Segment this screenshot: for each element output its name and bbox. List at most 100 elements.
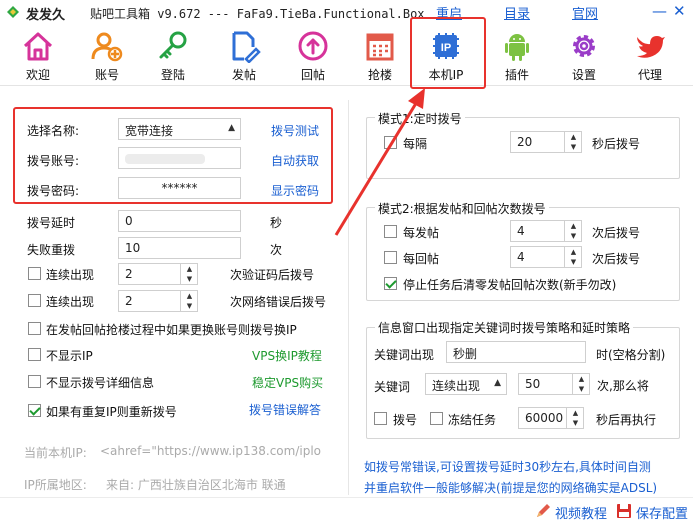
mode1-title: 模式1:定时拨号 <box>375 110 465 127</box>
dial-test-link[interactable]: 拨号测试 <box>271 122 319 139</box>
toolbar-button-post[interactable]: 发帖 <box>218 24 270 86</box>
keyword-label: 关键词 <box>374 380 411 394</box>
hide-info-checkbox[interactable] <box>28 375 41 388</box>
key-icon <box>159 31 187 59</box>
toolbar-button-proxy[interactable]: 代理 <box>624 24 676 86</box>
spin-up-icon[interactable]: ▲ <box>573 374 590 384</box>
spin-up-icon[interactable]: ▲ <box>181 264 198 274</box>
keyword-input[interactable]: 秒删 <box>446 341 586 363</box>
android-icon <box>505 34 529 61</box>
app-window: 发发久 贴吧工具箱 v9.672 --- FaFa9.TieBa.Functio… <box>0 0 693 525</box>
keyword-count-spinner[interactable]: 50 ▲ ▼ <box>518 373 590 395</box>
consec-captcha-checkbox[interactable] <box>28 267 41 280</box>
post-count-checkbox[interactable] <box>384 225 397 238</box>
spin-down-icon[interactable]: ▼ <box>565 231 582 241</box>
close-button[interactable]: ✕ <box>673 2 686 20</box>
spin-up-icon[interactable]: ▲ <box>565 247 582 257</box>
vps-buy-link[interactable]: 稳定VPS购买 <box>252 374 323 391</box>
toolbar-button-welcome[interactable]: 欢迎 <box>12 24 64 86</box>
keyword-appear-label: 关键词出现 <box>374 348 435 362</box>
toolbar-button-grab[interactable]: 抢楼 <box>354 24 406 86</box>
retry-input[interactable]: 10 <box>118 237 241 259</box>
clear-count-label: 停止任务后清零发帖回帖次数(新手勿改) <box>403 278 617 292</box>
consec-network-spinner[interactable]: 2 ▲ ▼ <box>118 290 198 312</box>
password-input[interactable]: ****** <box>118 177 241 199</box>
consec-captcha-spinner[interactable]: 2 ▲ ▼ <box>118 263 198 285</box>
reply-icon <box>298 31 328 61</box>
spin-up-icon[interactable]: ▲ <box>181 291 198 301</box>
mode1-checkbox[interactable] <box>384 136 397 149</box>
hide-ip-checkbox[interactable] <box>28 348 41 361</box>
spin-down-icon[interactable]: ▼ <box>567 418 584 428</box>
user-add-icon <box>91 32 123 62</box>
spin-down-icon[interactable]: ▼ <box>181 301 198 311</box>
clear-count-checkbox[interactable] <box>384 277 397 290</box>
delay-label: 拨号延时 <box>27 216 76 230</box>
minimize-button[interactable]: — <box>652 2 667 20</box>
toolbar-label: 欢迎 <box>25 68 50 82</box>
name-label: 选择名称: <box>27 124 80 138</box>
reply-count-checkbox[interactable] <box>384 251 397 264</box>
password-label: 拨号密码: <box>27 184 80 198</box>
save-config-link[interactable]: 保存配置 <box>636 503 688 522</box>
redial-duplicate-label: 如果有重复IP则重新拨号 <box>46 405 177 419</box>
dropdown-arrow-icon: ▲ <box>228 123 235 133</box>
keyword-mode-select[interactable]: 连续出现 ▲ <box>425 373 507 395</box>
toolbar-label: 回帖 <box>300 68 325 82</box>
region-label: IP所属地区: <box>24 478 87 492</box>
spin-up-icon[interactable]: ▲ <box>567 408 584 418</box>
spin-down-icon[interactable]: ▼ <box>565 142 582 152</box>
hide-ip-label: 不显示IP <box>46 349 93 363</box>
consec-network-checkbox[interactable] <box>28 294 41 307</box>
video-tutorial-link[interactable]: 视频教程 <box>555 503 607 522</box>
keyword-dial-checkbox[interactable] <box>374 412 387 425</box>
panel-divider <box>348 100 349 495</box>
spin-down-icon[interactable]: ▼ <box>565 257 582 267</box>
tip-line-1: 如拨号常错误,可设置拨号延时30秒左右,具体时间自测 <box>364 460 651 474</box>
dial-error-link[interactable]: 拨号错误解答 <box>249 401 321 418</box>
gear-icon <box>573 35 595 57</box>
keyword-title: 信息窗口出现指定关键词时拨号策略和延时策略 <box>375 319 634 336</box>
dropdown-arrow-icon: ▲ <box>494 378 501 388</box>
show-password-link[interactable]: 显示密码 <box>271 182 319 199</box>
post-count-spinner[interactable]: 4 ▲ ▼ <box>510 220 582 242</box>
redial-duplicate-checkbox[interactable] <box>28 404 41 417</box>
account-input[interactable] <box>118 147 241 169</box>
mode1-suffix: 秒后拨号 <box>592 137 641 151</box>
save-icon <box>617 504 631 518</box>
vps-tutorial-link[interactable]: VPS换IP教程 <box>252 347 322 364</box>
consec-network-label: 连续出现 <box>46 295 95 309</box>
auto-fetch-link[interactable]: 自动获取 <box>271 152 319 169</box>
bottom-divider <box>0 497 693 498</box>
retry-unit: 次 <box>270 243 283 257</box>
mode1-seconds-spinner[interactable]: 20 ▲ ▼ <box>510 131 582 153</box>
reply-count-spinner[interactable]: 4 ▲ ▼ <box>510 246 582 268</box>
delay-input[interactable]: 0 <box>118 210 241 232</box>
freeze-task-checkbox[interactable] <box>430 412 443 425</box>
switch-ip-checkbox[interactable] <box>28 322 41 335</box>
toolbar-button-settings[interactable]: 设置 <box>558 24 610 86</box>
calendar-icon <box>366 33 394 61</box>
delay-unit: 秒 <box>270 216 283 230</box>
mode2-title: 模式2:根据发帖和回帖次数拨号 <box>375 200 549 217</box>
retry-label: 失败重拨 <box>27 243 76 257</box>
toolbar-button-reply[interactable]: 回帖 <box>287 24 339 86</box>
hide-info-label: 不显示拨号详细信息 <box>46 376 155 390</box>
consec-captcha-suffix: 次验证码后拨号 <box>230 268 315 282</box>
toolbar-button-login[interactable]: 登陆 <box>147 24 199 86</box>
toolbar-button-plugins[interactable]: 插件 <box>491 24 543 86</box>
spin-down-icon[interactable]: ▼ <box>181 274 198 284</box>
toolbar-button-account[interactable]: 账号 <box>81 24 133 86</box>
website-link[interactable]: 官网 <box>572 3 598 22</box>
freeze-seconds-spinner[interactable]: 60000 ▲ ▼ <box>518 407 584 429</box>
highlight-local-ip <box>410 17 486 89</box>
keyword-count-suffix: 次,那么将 <box>597 379 649 393</box>
connection-name-select[interactable]: 宽带连接 ▲ <box>118 118 241 140</box>
keyword-dial-label: 拨号 <box>393 413 418 427</box>
video-pen-icon <box>537 504 550 517</box>
account-blurred <box>125 154 205 164</box>
spin-up-icon[interactable]: ▲ <box>565 221 582 231</box>
directory-link[interactable]: 目录 <box>504 3 530 22</box>
spin-down-icon[interactable]: ▼ <box>573 384 590 394</box>
spin-up-icon[interactable]: ▲ <box>565 132 582 142</box>
